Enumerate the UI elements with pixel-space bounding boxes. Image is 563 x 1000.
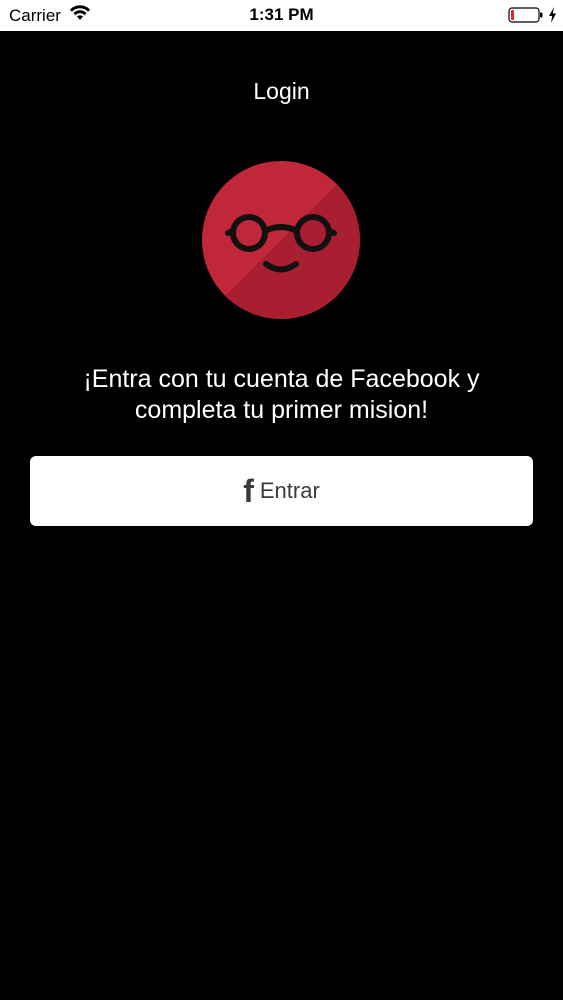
page-title: Login bbox=[253, 78, 310, 104]
glasses-face-icon bbox=[202, 161, 360, 319]
login-button-label: Entrar bbox=[259, 478, 320, 503]
facebook-icon: f bbox=[243, 473, 254, 509]
login-screen: Carrier 1:31 PM Login ¡Entra con tu cuen… bbox=[0, 0, 563, 1000]
facebook-login-button[interactable]: f Entrar bbox=[30, 456, 533, 526]
login-message: ¡Entra con tu cuenta de Facebook y compl… bbox=[83, 365, 480, 424]
status-bar: Carrier 1:31 PM bbox=[0, 0, 563, 31]
battery-icon bbox=[508, 6, 544, 29]
status-time: 1:31 PM bbox=[249, 5, 314, 24]
status-right bbox=[508, 6, 557, 29]
bolt-icon bbox=[548, 7, 557, 28]
